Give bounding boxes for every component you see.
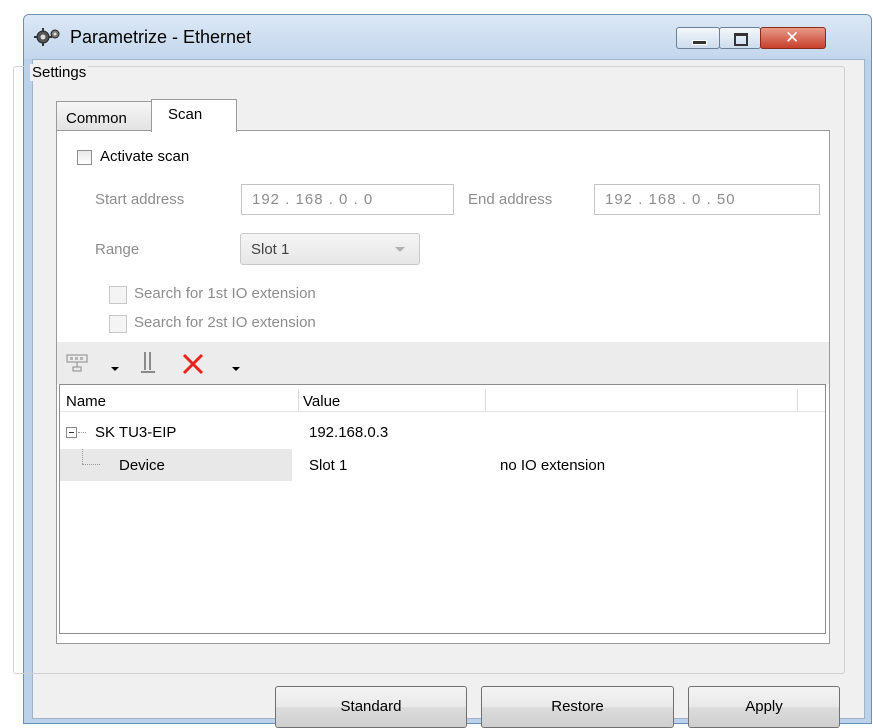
table-row-value[interactable]: 192.168.0.3 [309, 424, 388, 441]
delete-dropdown-arrow-icon[interactable] [232, 367, 240, 371]
start-address-label: Start address [95, 191, 185, 208]
network-scan-icon[interactable] [66, 353, 90, 377]
search-2st-io-checkbox[interactable] [109, 315, 127, 333]
start-address-field[interactable]: 192 . 168 . 0 . 0 [241, 184, 454, 215]
delete-icon[interactable] [181, 352, 205, 380]
column-separator[interactable] [797, 389, 798, 411]
end-address-field[interactable]: 192 . 168 . 0 . 50 [594, 184, 820, 215]
column-separator[interactable] [485, 389, 486, 411]
table-row-extra: no IO extension [500, 457, 606, 474]
column-separator[interactable] [298, 389, 299, 411]
collapse-icon[interactable] [66, 427, 77, 438]
title-bar[interactable]: Parametrize - Ethernet ✕ [24, 15, 871, 59]
tab-scan[interactable]: Scan [151, 99, 237, 132]
restore-button[interactable]: Restore [481, 686, 674, 728]
maximize-icon [734, 33, 748, 46]
tree-connector [82, 449, 83, 464]
gear-icon [34, 27, 62, 47]
table-row-name[interactable]: Device [119, 457, 165, 474]
chevron-down-icon [395, 247, 405, 252]
activate-scan-label: Activate scan [100, 148, 190, 165]
maximize-button[interactable] [719, 27, 761, 49]
search-1st-io-checkbox[interactable] [109, 286, 127, 304]
end-address-label: End address [468, 191, 553, 208]
standard-button[interactable]: Standard [275, 686, 467, 728]
window-title: Parametrize - Ethernet [70, 27, 252, 47]
table-row-name[interactable]: SK TU3-EIP [95, 424, 176, 441]
scan-results-grid[interactable] [59, 384, 826, 634]
apply-button[interactable]: Apply [688, 686, 840, 728]
tab-common[interactable]: Common [56, 101, 152, 131]
table-row-value[interactable]: Slot 1 [309, 457, 347, 474]
scan-dropdown-arrow-icon[interactable] [111, 367, 119, 371]
activate-scan-checkbox[interactable] [77, 150, 92, 165]
column-header-value[interactable]: Value [303, 393, 340, 410]
device-icon[interactable] [139, 350, 157, 380]
minimize-button[interactable] [676, 27, 720, 49]
search-2st-io-label: Search for 2st IO extension [134, 314, 316, 331]
tree-connector [78, 432, 86, 433]
grid-toolbar [57, 342, 829, 384]
minimize-icon [692, 40, 707, 45]
table-row-selected-highlight [60, 449, 292, 481]
range-select[interactable]: Slot 1 [240, 233, 420, 265]
column-header-name[interactable]: Name [66, 393, 106, 410]
settings-group-label: Settings [30, 64, 89, 81]
close-button[interactable]: ✕ [760, 27, 826, 49]
close-icon: ✕ [785, 28, 800, 48]
range-label: Range [95, 241, 140, 258]
search-1st-io-label: Search for 1st IO extension [134, 285, 316, 302]
grid-header-divider [60, 411, 825, 412]
tree-connector [82, 464, 100, 465]
